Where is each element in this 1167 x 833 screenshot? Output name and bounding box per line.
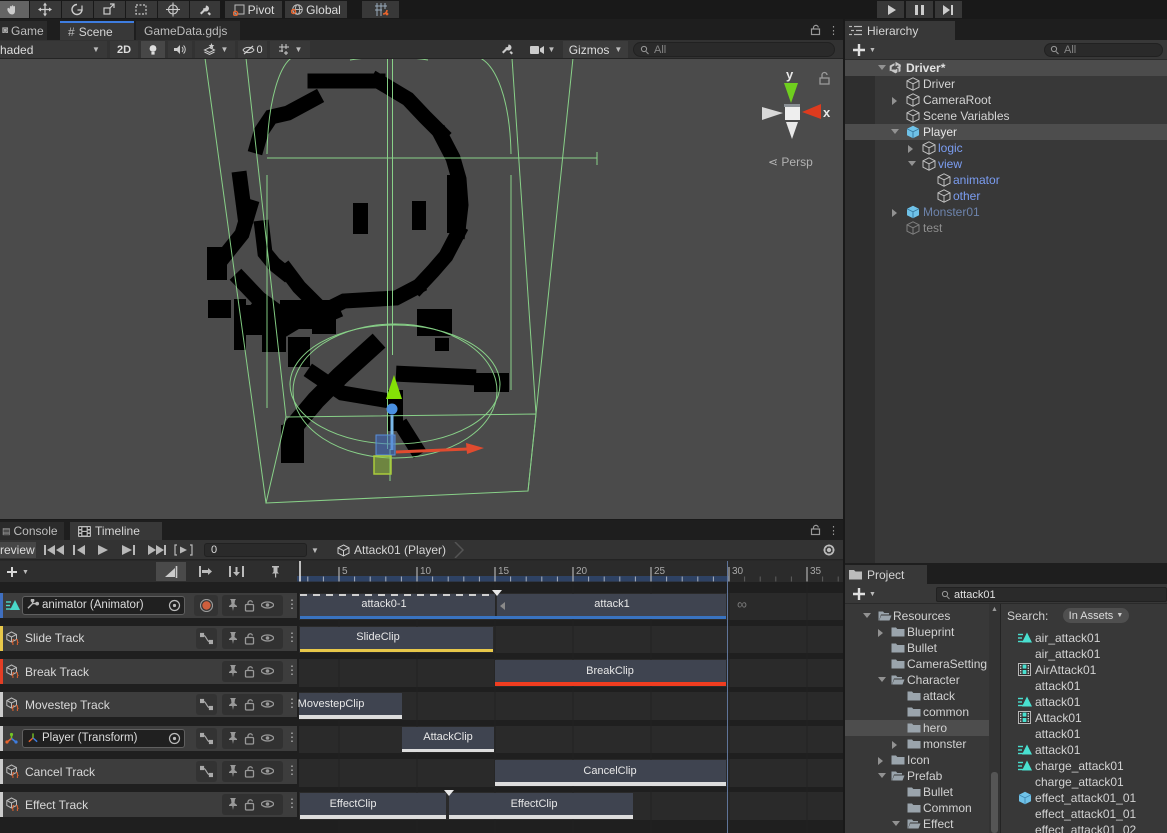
svg-text:{ }: { } (12, 771, 19, 779)
svg-text:20: 20 (576, 566, 588, 577)
svg-text:25: 25 (654, 566, 666, 577)
svg-text:{ }: { } (12, 704, 19, 712)
svg-text:x: x (823, 105, 831, 120)
svg-text:⋖ Persp: ⋖ Persp (768, 155, 813, 169)
svg-text:30: 30 (732, 566, 744, 577)
svg-text:{ }: { } (12, 637, 19, 645)
svg-text:35: 35 (810, 566, 822, 577)
svg-text:{ }: { } (12, 671, 19, 679)
svg-text:15: 15 (498, 566, 510, 577)
svg-text:{ }: { } (12, 804, 19, 812)
svg-text:10: 10 (420, 566, 432, 577)
svg-text:5: 5 (342, 566, 348, 577)
svg-text:y: y (786, 67, 794, 82)
